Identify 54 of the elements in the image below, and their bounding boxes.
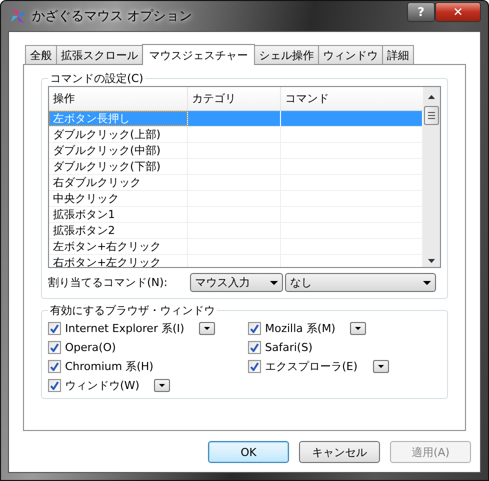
list-row[interactable]: 左ボタン+右クリック bbox=[49, 239, 423, 255]
tab[interactable]: シェル操作 bbox=[254, 45, 319, 64]
list-row[interactable]: 中央クリック bbox=[49, 191, 423, 207]
dropdown-arrow-icon bbox=[378, 364, 384, 368]
group-title: コマンドの設定(C) bbox=[49, 71, 144, 86]
tab[interactable]: ウィンドウ bbox=[318, 45, 383, 64]
group-title: 有効にするブラウザ・ウィンドウ bbox=[49, 303, 216, 318]
tab[interactable]: 拡張スクロール bbox=[56, 45, 143, 64]
list-row[interactable]: ダブルクリック(下部) bbox=[49, 159, 423, 175]
tab[interactable]: マウスジェスチャー bbox=[142, 44, 255, 65]
checkbox[interactable] bbox=[48, 378, 61, 392]
checkbox-label[interactable]: エクスプローラ(E) bbox=[265, 358, 358, 374]
checkbox-label[interactable]: Safari(S) bbox=[265, 340, 312, 354]
tab[interactable]: 全般 bbox=[25, 45, 57, 64]
checkbox-label[interactable]: Opera(O) bbox=[65, 340, 116, 354]
checkbox[interactable] bbox=[48, 360, 61, 372]
dropdown-arrow-icon bbox=[159, 384, 166, 386]
tab[interactable]: 詳細 bbox=[382, 45, 414, 64]
dropdown-button[interactable] bbox=[372, 360, 389, 372]
column-header[interactable]: カテゴリ bbox=[188, 87, 281, 110]
checkbox[interactable] bbox=[248, 340, 261, 354]
scrollbar[interactable] bbox=[423, 87, 440, 267]
dropdown-button[interactable] bbox=[350, 322, 366, 334]
list-row[interactable]: ダブルクリック(中部) bbox=[49, 143, 423, 159]
dialog-button[interactable]: OK bbox=[208, 441, 289, 463]
dialog-button[interactable]: キャンセル bbox=[299, 441, 380, 463]
dropdown-button[interactable] bbox=[199, 322, 216, 334]
assign-label: 割り当てるコマンド(N): bbox=[48, 275, 169, 290]
window-title: かざぐるマウス オプション bbox=[32, 8, 192, 25]
checkbox-label[interactable]: Mozilla 系(M) bbox=[265, 320, 336, 336]
dropdown-arrow-icon bbox=[355, 326, 362, 330]
list-row[interactable]: 拡張ボタン2 bbox=[49, 223, 423, 239]
help-button[interactable]: ? bbox=[407, 2, 435, 22]
checkbox[interactable] bbox=[48, 340, 61, 354]
checkbox[interactable] bbox=[248, 360, 261, 372]
column-header[interactable]: コマンド bbox=[281, 87, 423, 110]
checkbox-label[interactable]: Chromium 系(H) bbox=[65, 358, 154, 374]
list-row[interactable]: 右ダブルクリック bbox=[49, 175, 423, 191]
command-dropdown[interactable]: なし bbox=[285, 273, 436, 292]
close-button[interactable]: ✕ bbox=[435, 2, 481, 22]
column-header[interactable]: 操作 bbox=[49, 87, 188, 110]
dropdown-arrow-icon bbox=[423, 280, 431, 284]
checkbox[interactable] bbox=[248, 322, 261, 334]
dropdown-arrow-icon bbox=[204, 326, 210, 330]
scroll-thumb[interactable] bbox=[424, 106, 439, 125]
category-dropdown[interactable]: マウス入力 bbox=[190, 273, 283, 292]
checkbox[interactable] bbox=[48, 322, 61, 334]
checkbox-label[interactable]: ウィンドウ(W) bbox=[65, 378, 140, 392]
list-row[interactable]: ダブルクリック(上部) bbox=[49, 127, 423, 143]
dropdown-arrow-icon bbox=[270, 280, 278, 284]
pinwheel-icon bbox=[10, 8, 26, 24]
list-row[interactable]: 拡張ボタン1 bbox=[49, 207, 423, 223]
dropdown-button[interactable] bbox=[154, 378, 170, 392]
checkbox-label[interactable]: Internet Explorer 系(I) bbox=[65, 320, 184, 336]
